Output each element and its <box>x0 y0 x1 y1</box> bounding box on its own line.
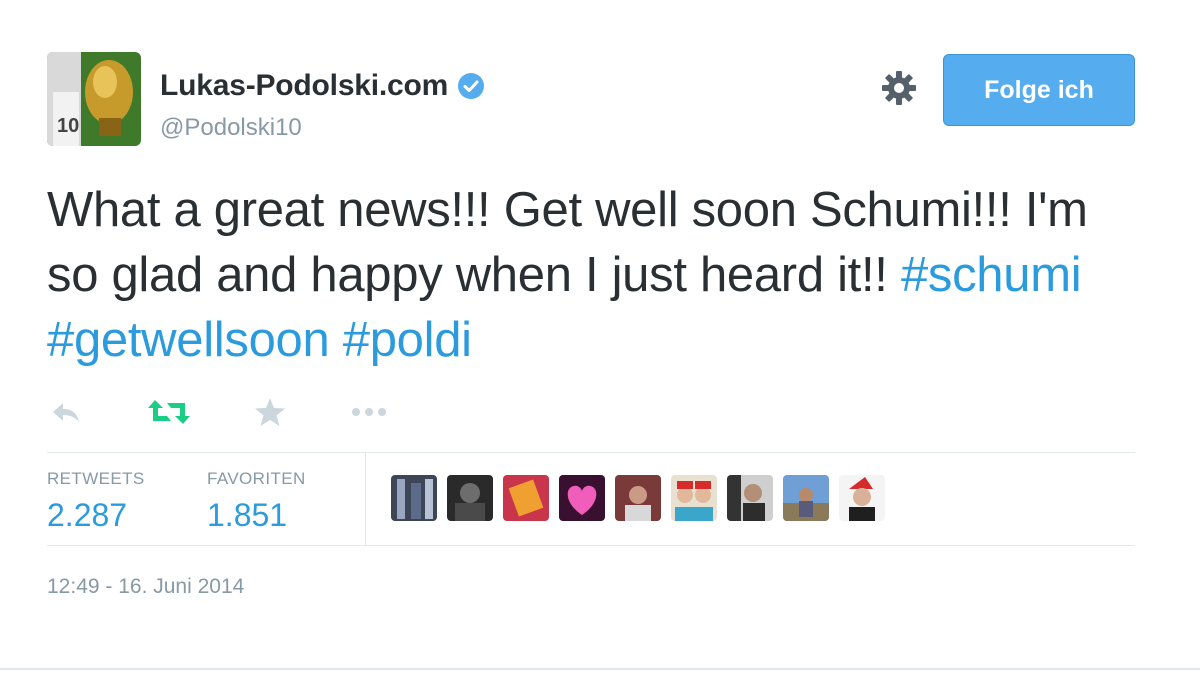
favoriter-avatar[interactable] <box>839 475 885 521</box>
svg-text:10: 10 <box>57 115 79 137</box>
reply-button[interactable] <box>49 392 83 432</box>
retweets-label: RETWEETS <box>47 469 145 488</box>
favoriter-avatars <box>391 475 885 521</box>
tweet-timestamp[interactable]: 12:49 - 16. Juni 2014 <box>47 575 244 599</box>
hashtag-link[interactable]: #schumi <box>901 248 1082 302</box>
favorites-stat[interactable]: FAVORITEN 1.851 <box>207 469 306 534</box>
footer-border <box>0 668 1200 670</box>
hashtag-link[interactable]: #getwellsoon <box>47 313 330 367</box>
favoriter-avatar[interactable] <box>727 475 773 521</box>
tweet-text: What a great news!!! Get well soon Schum… <box>47 178 1147 373</box>
retweet-button[interactable] <box>147 392 191 432</box>
favoriter-avatar[interactable] <box>503 475 549 521</box>
more-icon <box>352 408 386 416</box>
tweet-actions <box>47 392 447 432</box>
tweet-stats: RETWEETS 2.287 FAVORITEN 1.851 <box>47 453 1135 545</box>
retweets-count: 2.287 <box>47 497 128 533</box>
screen-name[interactable]: @Podolski10 <box>160 114 486 142</box>
tweet-header: 10 Lukas-Podolski.com @Podolski10 Folge … <box>47 52 1137 148</box>
reply-icon <box>53 403 79 422</box>
favoriter-avatar[interactable] <box>391 475 437 521</box>
display-name[interactable]: Lukas-Podolski.com <box>160 69 448 103</box>
profile-avatar[interactable]: 10 <box>47 52 141 146</box>
favoriter-avatar[interactable] <box>783 475 829 521</box>
gear-icon[interactable] <box>879 68 919 108</box>
favorite-icon <box>255 398 285 426</box>
favorites-label: FAVORITEN <box>207 469 306 488</box>
retweets-stat[interactable]: RETWEETS 2.287 <box>47 469 145 534</box>
hashtag-link[interactable]: #poldi <box>343 313 472 367</box>
verified-badge-icon <box>458 73 485 99</box>
favoriter-avatar[interactable] <box>559 475 605 521</box>
user-names: Lukas-Podolski.com @Podolski10 <box>160 66 486 142</box>
favorites-count: 1.851 <box>207 497 288 533</box>
favoriter-avatar[interactable] <box>615 475 661 521</box>
stats-separator <box>365 453 366 545</box>
favoriter-avatar[interactable] <box>671 475 717 521</box>
favoriter-avatar[interactable] <box>447 475 493 521</box>
follow-button[interactable]: Folge ich <box>943 54 1135 126</box>
divider <box>47 545 1135 546</box>
more-button[interactable] <box>349 392 389 432</box>
favorite-button[interactable] <box>253 392 287 432</box>
retweet-icon <box>148 400 190 424</box>
